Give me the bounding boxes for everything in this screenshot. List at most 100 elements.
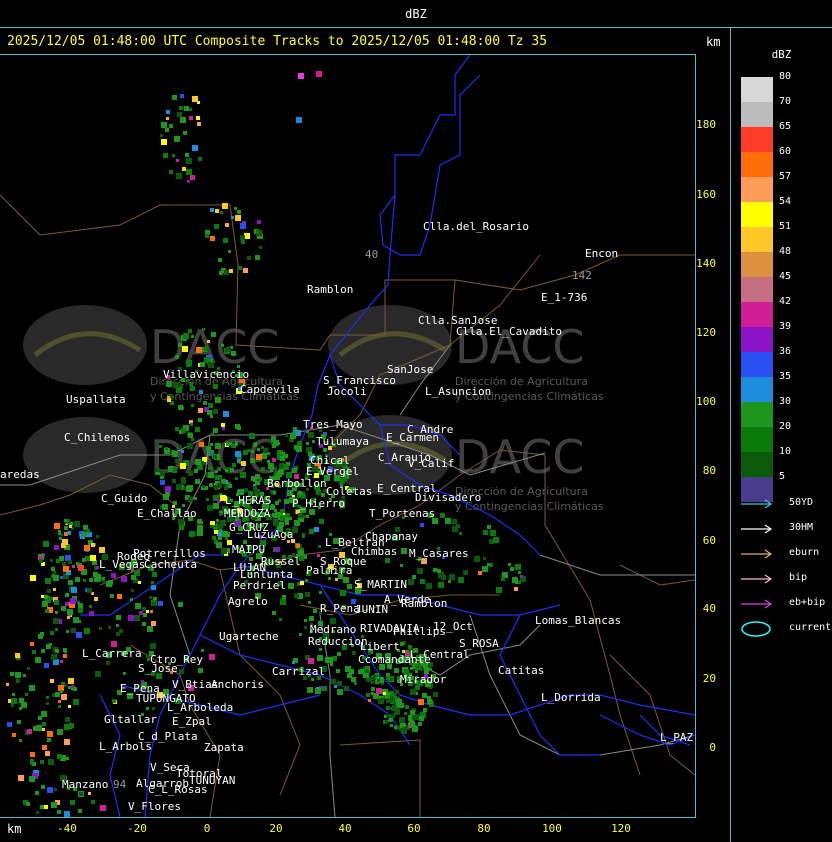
km-unit-label-top: km bbox=[706, 35, 721, 49]
echo-cell bbox=[400, 642, 404, 646]
echo-cell bbox=[225, 349, 228, 352]
echo-cell bbox=[23, 674, 26, 677]
echo-cell bbox=[438, 582, 444, 588]
echo-cell bbox=[279, 618, 282, 621]
echo-cell bbox=[15, 672, 21, 678]
echo-cell bbox=[55, 628, 58, 631]
echo-cell bbox=[452, 526, 458, 532]
echo-cell bbox=[257, 220, 261, 224]
echo-cell bbox=[328, 577, 331, 580]
place-label: Catitas bbox=[498, 664, 544, 677]
place-label: Cacheuta bbox=[144, 558, 197, 571]
echo-cell bbox=[90, 555, 96, 561]
echo-cell bbox=[160, 134, 163, 137]
echo-cell bbox=[91, 543, 95, 547]
echo-cell bbox=[172, 451, 178, 457]
radar-map[interactable]: DACCDirección de Agriculturay Contingenc… bbox=[0, 55, 695, 817]
echo-cell bbox=[315, 688, 321, 694]
echo-cell bbox=[378, 698, 384, 704]
echo-cell bbox=[30, 752, 35, 757]
echo-cell bbox=[418, 722, 422, 726]
echo-cell bbox=[41, 649, 45, 653]
echo-cell bbox=[410, 667, 413, 670]
place-label: Clla.El_Cavadito bbox=[456, 325, 562, 338]
echo-cell bbox=[201, 649, 204, 652]
place-label: Palmira bbox=[306, 564, 352, 577]
echo-cell bbox=[139, 611, 143, 615]
echo-cell bbox=[83, 579, 86, 582]
echo-cell bbox=[188, 497, 193, 502]
echo-cell bbox=[231, 351, 236, 356]
echo-cell bbox=[211, 433, 214, 436]
echo-cell bbox=[241, 461, 246, 466]
echo-cell bbox=[478, 571, 482, 575]
echo-cell bbox=[317, 655, 323, 661]
echo-cell bbox=[191, 335, 194, 338]
echo-cell bbox=[54, 545, 59, 550]
echo-cell bbox=[298, 513, 303, 518]
place-label: E_Zpal bbox=[172, 715, 212, 728]
legend-swatch bbox=[741, 302, 773, 327]
dbz-legend: dBZ 80 70 65 60 57 54 51 48 45 42 39 36 35 30 20 10 5 50Y… bbox=[731, 28, 832, 842]
echo-cell bbox=[219, 460, 222, 463]
echo-cell bbox=[399, 717, 405, 723]
echo-cell bbox=[309, 529, 314, 534]
echo-cell bbox=[150, 610, 153, 613]
echo-cell bbox=[57, 729, 63, 735]
echo-cell bbox=[198, 465, 203, 470]
echo-cell bbox=[178, 343, 182, 347]
echo-cell bbox=[483, 557, 486, 560]
echo-cell bbox=[38, 634, 43, 639]
echo-cell bbox=[179, 106, 183, 110]
echo-cell bbox=[47, 589, 51, 593]
echo-cell bbox=[253, 478, 257, 482]
echo-cell bbox=[78, 608, 83, 613]
place-label: C_Chilenos bbox=[64, 431, 130, 444]
echo-cell bbox=[99, 627, 102, 630]
place-label: Gltallar bbox=[104, 713, 157, 726]
echo-cell bbox=[221, 423, 225, 427]
echo-cell bbox=[82, 532, 87, 537]
echo-cell bbox=[306, 442, 309, 445]
echo-cell bbox=[198, 668, 203, 673]
radar-map-panel[interactable]: DACC Dirección de Agricultura y Contingenc… bbox=[0, 54, 696, 818]
place-label: Clla.del_Rosario bbox=[423, 220, 529, 233]
echo-cell bbox=[366, 693, 370, 697]
echo-cell bbox=[305, 579, 308, 582]
x-axis: km -40 -20 0 20 40 60 80 100 120 bbox=[0, 817, 730, 842]
echo-cell bbox=[235, 477, 238, 480]
echo-cell bbox=[351, 677, 356, 682]
echo-cell bbox=[134, 615, 140, 621]
echo-cell bbox=[186, 360, 192, 366]
track-legend-row: eb+bip bbox=[739, 596, 829, 612]
echo-cell bbox=[160, 480, 165, 485]
echo-cell bbox=[41, 785, 45, 789]
echo-cell bbox=[198, 408, 203, 413]
echo-cell bbox=[237, 426, 241, 430]
echo-cell bbox=[263, 448, 268, 453]
echo-cell bbox=[160, 471, 165, 476]
track-arrow-icon bbox=[741, 599, 773, 609]
echo-cell bbox=[190, 423, 193, 426]
echo-cell bbox=[51, 567, 55, 571]
echo-cell bbox=[27, 667, 30, 670]
echo-cell bbox=[240, 472, 246, 478]
echo-cell bbox=[311, 678, 314, 681]
echo-cell bbox=[394, 726, 397, 729]
echo-cell bbox=[85, 556, 90, 561]
echo-cell bbox=[515, 564, 521, 570]
echo-cell bbox=[218, 536, 222, 540]
echo-cell bbox=[195, 459, 201, 465]
echo-cell bbox=[11, 704, 14, 707]
legend-swatch-label: 5 bbox=[779, 471, 786, 482]
echo-cell bbox=[216, 519, 219, 522]
echo-cell bbox=[205, 234, 209, 238]
echo-cell bbox=[35, 791, 39, 795]
echo-cell bbox=[389, 718, 393, 722]
legend-swatch-label: 42 bbox=[779, 296, 792, 307]
echo-cell bbox=[343, 577, 349, 583]
echo-cell bbox=[40, 805, 44, 809]
echo-cell bbox=[175, 355, 179, 359]
echo-cell bbox=[417, 568, 423, 574]
echo-cell bbox=[520, 575, 523, 578]
